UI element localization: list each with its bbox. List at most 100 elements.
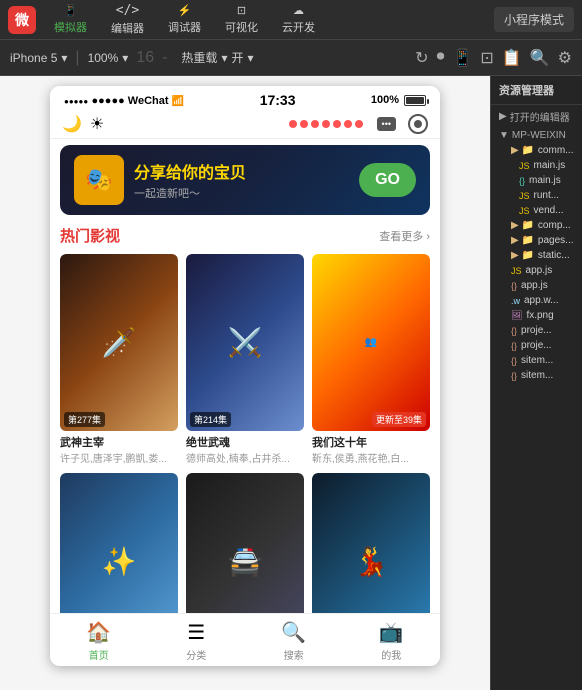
banner-go-btn[interactable]: GO	[359, 163, 416, 197]
moon-icon: 🌙	[62, 114, 82, 134]
movie-card-2[interactable]: ⚔️ 第214集 绝世武魂 德师高处,楠奉,占井杀...	[186, 254, 304, 465]
mp-weixin-section[interactable]: ▼ MP-WEIXIN	[491, 126, 582, 143]
chevron-down-icon: ▼	[499, 130, 509, 141]
home-icon: 🏠	[86, 620, 111, 645]
battery-status: 100%	[371, 94, 426, 106]
movie-card-6[interactable]: 💃 更新至第12期 这！就是街舞 ... 王一博,韩庚,刘彦麟,罗...	[312, 473, 430, 613]
png-icon: 🖼	[511, 310, 522, 321]
zoom-selector[interactable]: 100% ▾	[88, 51, 129, 65]
file-app-json[interactable]: {} app.js	[491, 278, 582, 293]
sun-icon: ☀	[90, 114, 104, 134]
banner-text: 分享给你的宝贝 一起造新吧～	[134, 159, 349, 201]
folder-static[interactable]: ▶ 📁 static...	[491, 248, 582, 263]
movie-name-1: 武神主宰	[60, 434, 178, 450]
phone-frame: ●●●●● ●●●●● WeChat 📶 17:33 100% 🌙 ☀	[50, 86, 440, 666]
movie-thumb-5: 🚔 CBS 更新至4集	[186, 473, 304, 613]
json-icon-site2: {}	[511, 371, 517, 381]
movie-cast-2: 德师高处,楠奉,占井杀...	[186, 450, 304, 465]
movie-thumb-4: ✨ 更新至集	[60, 473, 178, 613]
expand-icon[interactable]: ⊡	[480, 48, 493, 68]
panel-title: 资源管理器	[491, 76, 582, 105]
open-editors-section[interactable]: ▶ 打开的编辑器	[491, 105, 582, 126]
nav-me[interactable]: 📺 的我	[343, 620, 441, 662]
search-icon[interactable]: 🔍	[530, 48, 550, 68]
file-sitemap-1[interactable]: {} sitem...	[491, 353, 582, 368]
js-icon-app: JS	[511, 266, 522, 276]
file-main-wxml[interactable]: {} main.js	[491, 173, 582, 188]
file-project-1[interactable]: {} proje...	[491, 323, 582, 338]
json-icon-app: {}	[511, 281, 517, 291]
editor-icon: </>	[116, 3, 139, 18]
file-main-js[interactable]: JS main.js	[491, 158, 582, 173]
movie-card-4[interactable]: ✨ 更新至集 追光者 罗云熙,吴磊,李明恒,乙...	[60, 473, 178, 613]
file-fx-png[interactable]: 🖼 fx.png	[491, 308, 582, 323]
folder-comm[interactable]: ▶ 📁 comm...	[491, 143, 582, 158]
episode-badge-1: 第277集	[64, 412, 105, 427]
hot-header: 热门影视 查看更多 ›	[60, 221, 430, 246]
movie-grid: 🗡️ 第277集 武神主宰 许子见,唐泽宇,鹏凱,娄... ⚔️ 第214集 绝…	[60, 254, 430, 613]
mini-prog-btn[interactable]: 小程序模式	[494, 7, 574, 32]
js-icon-3: JS	[519, 206, 530, 216]
hotreload-btn[interactable]: 热重载 ▾ 开 ▾	[175, 47, 259, 68]
clock: 17:33	[260, 92, 296, 108]
js-icon-2: JS	[519, 191, 530, 201]
record-icon[interactable]: ⏺	[436, 48, 444, 68]
wxss-icon: .w	[511, 296, 520, 306]
json-icon-proj1: {}	[511, 326, 517, 336]
battery-icon	[404, 95, 426, 106]
file-app-wxss[interactable]: .w app.w...	[491, 293, 582, 308]
wechat-navbar: 🌙 ☀ •••	[50, 110, 440, 139]
toolbar-icons: ↻ ⏺ 📱 ⊡ 📋 🔍 ⚙	[415, 48, 572, 68]
file-sitemap-2[interactable]: {} sitem...	[491, 368, 582, 383]
file-app-js[interactable]: JS app.js	[491, 263, 582, 278]
json-icon-site1: {}	[511, 356, 517, 366]
movie-thumb-3: 👥 更新至39集	[312, 254, 430, 431]
status-bar: ●●●●● ●●●●● WeChat 📶 17:33 100%	[50, 86, 440, 110]
movie-name-3: 我们这十年	[312, 434, 430, 450]
wxml-icon: {}	[519, 176, 525, 186]
simulator-btn[interactable]: 📱 模拟器	[44, 2, 97, 37]
second-toolbar: iPhone 5 ▾ | 100% ▾ 16 - 热重载 ▾ 开 ▾ ↻ ⏺ 📱…	[0, 40, 582, 76]
dots-icon: •••	[382, 119, 391, 129]
phone-icon[interactable]: 📱	[452, 48, 472, 68]
category-icon: ☰	[187, 620, 205, 645]
movie-cast-1: 许子见,唐泽宇,鹏凱,娄...	[60, 450, 178, 465]
movie-cast-3: 靳东,侯勇,燕花艳,白...	[312, 450, 430, 465]
file-runtime[interactable]: JS runt...	[491, 188, 582, 203]
files-icon[interactable]: 📋	[502, 48, 522, 68]
search-nav-icon: 🔍	[281, 620, 306, 645]
see-more-btn[interactable]: 查看更多 ›	[379, 228, 430, 244]
file-project-2[interactable]: {} proje...	[491, 338, 582, 353]
folder-pages[interactable]: ▶ 📁 pages...	[491, 233, 582, 248]
bottom-nav: 🏠 首页 ☰ 分类 🔍 搜索 📺 的我	[50, 613, 440, 666]
device-selector[interactable]: iPhone 5 ▾	[10, 51, 67, 65]
cloud-icon: ☁	[293, 4, 304, 17]
editor-btn[interactable]: </> 编辑器	[101, 1, 154, 38]
movie-name-2: 绝世武魂	[186, 434, 304, 450]
wifi-icon: 📶	[172, 96, 184, 107]
right-panel: 资源管理器 ▶ 打开的编辑器 ▼ MP-WEIXIN ▶ 📁 comm... J…	[490, 76, 582, 690]
refresh-icon[interactable]: ↻	[415, 48, 428, 68]
movie-card-3[interactable]: 👥 更新至39集 我们这十年 靳东,侯勇,燕花艳,白...	[312, 254, 430, 465]
episode-badge-2: 第214集	[190, 412, 231, 427]
visualize-icon: ⊡	[237, 4, 246, 17]
movie-thumb-2: ⚔️ 第214集	[186, 254, 304, 431]
movie-card-5[interactable]: 🚔 CBS 更新至4集 反恐特警组第... 谢榛,摩尔,亚历克斯,罗...	[186, 473, 304, 613]
settings-icon[interactable]: ⚙	[558, 48, 572, 68]
cloud-btn[interactable]: ☁ 云开发	[272, 2, 325, 37]
debugger-btn[interactable]: ⚡ 调试器	[158, 2, 211, 37]
update-badge-3: 更新至39集	[372, 412, 426, 427]
nav-category[interactable]: ☰ 分类	[148, 620, 246, 662]
top-toolbar: 微 📱 模拟器 </> 编辑器 ⚡ 调试器 ⊡ 可视化 ☁ 云开发 小程序模式	[0, 0, 582, 40]
banner-character: 🎭	[74, 155, 124, 205]
debugger-icon: ⚡	[178, 4, 192, 17]
json-icon-proj2: {}	[511, 341, 517, 351]
movie-thumb-1: 🗡️ 第277集	[60, 254, 178, 431]
folder-comp[interactable]: ▶ 📁 comp...	[491, 218, 582, 233]
nav-search[interactable]: 🔍 搜索	[245, 620, 343, 662]
nav-home[interactable]: 🏠 首页	[50, 620, 148, 662]
promo-banner[interactable]: 🎭 分享给你的宝贝 一起造新吧～ GO	[60, 145, 430, 215]
visualize-btn[interactable]: ⊡ 可视化	[215, 2, 268, 37]
file-vendor[interactable]: JS vend...	[491, 203, 582, 218]
movie-card-1[interactable]: 🗡️ 第277集 武神主宰 许子见,唐泽宇,鹏凱,娄...	[60, 254, 178, 465]
